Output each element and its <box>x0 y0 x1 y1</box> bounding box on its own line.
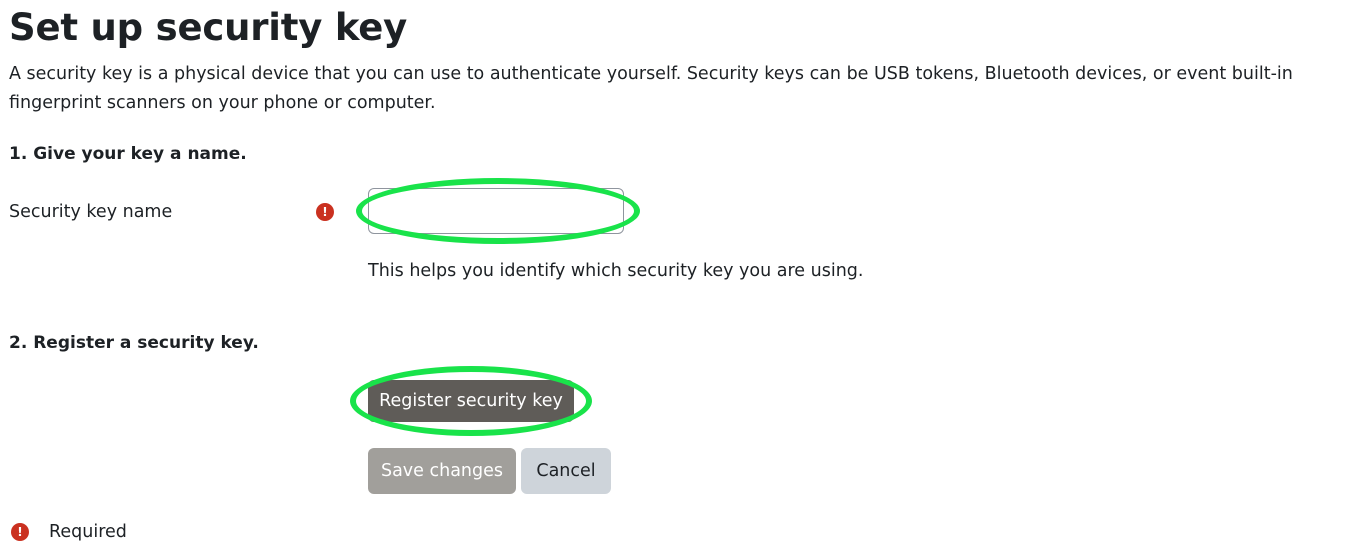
step-2-heading: 2. Register a security key. <box>9 333 259 353</box>
required-legend-icon: ! <box>11 523 29 541</box>
step-1-heading: 1. Give your key a name. <box>9 144 247 164</box>
security-key-name-help: This helps you identify which security k… <box>368 261 864 281</box>
required-legend-label: Required <box>49 522 127 542</box>
cancel-button[interactable]: Cancel <box>521 448 611 494</box>
required-icon: ! <box>316 203 334 221</box>
security-key-name-label: Security key name <box>9 202 173 222</box>
page-title: Set up security key <box>9 6 408 49</box>
register-security-key-button[interactable]: Register security key <box>368 380 574 422</box>
page-description: A security key is a physical device that… <box>9 64 1293 113</box>
save-changes-button[interactable]: Save changes <box>368 448 516 494</box>
security-key-name-input[interactable] <box>368 188 624 234</box>
